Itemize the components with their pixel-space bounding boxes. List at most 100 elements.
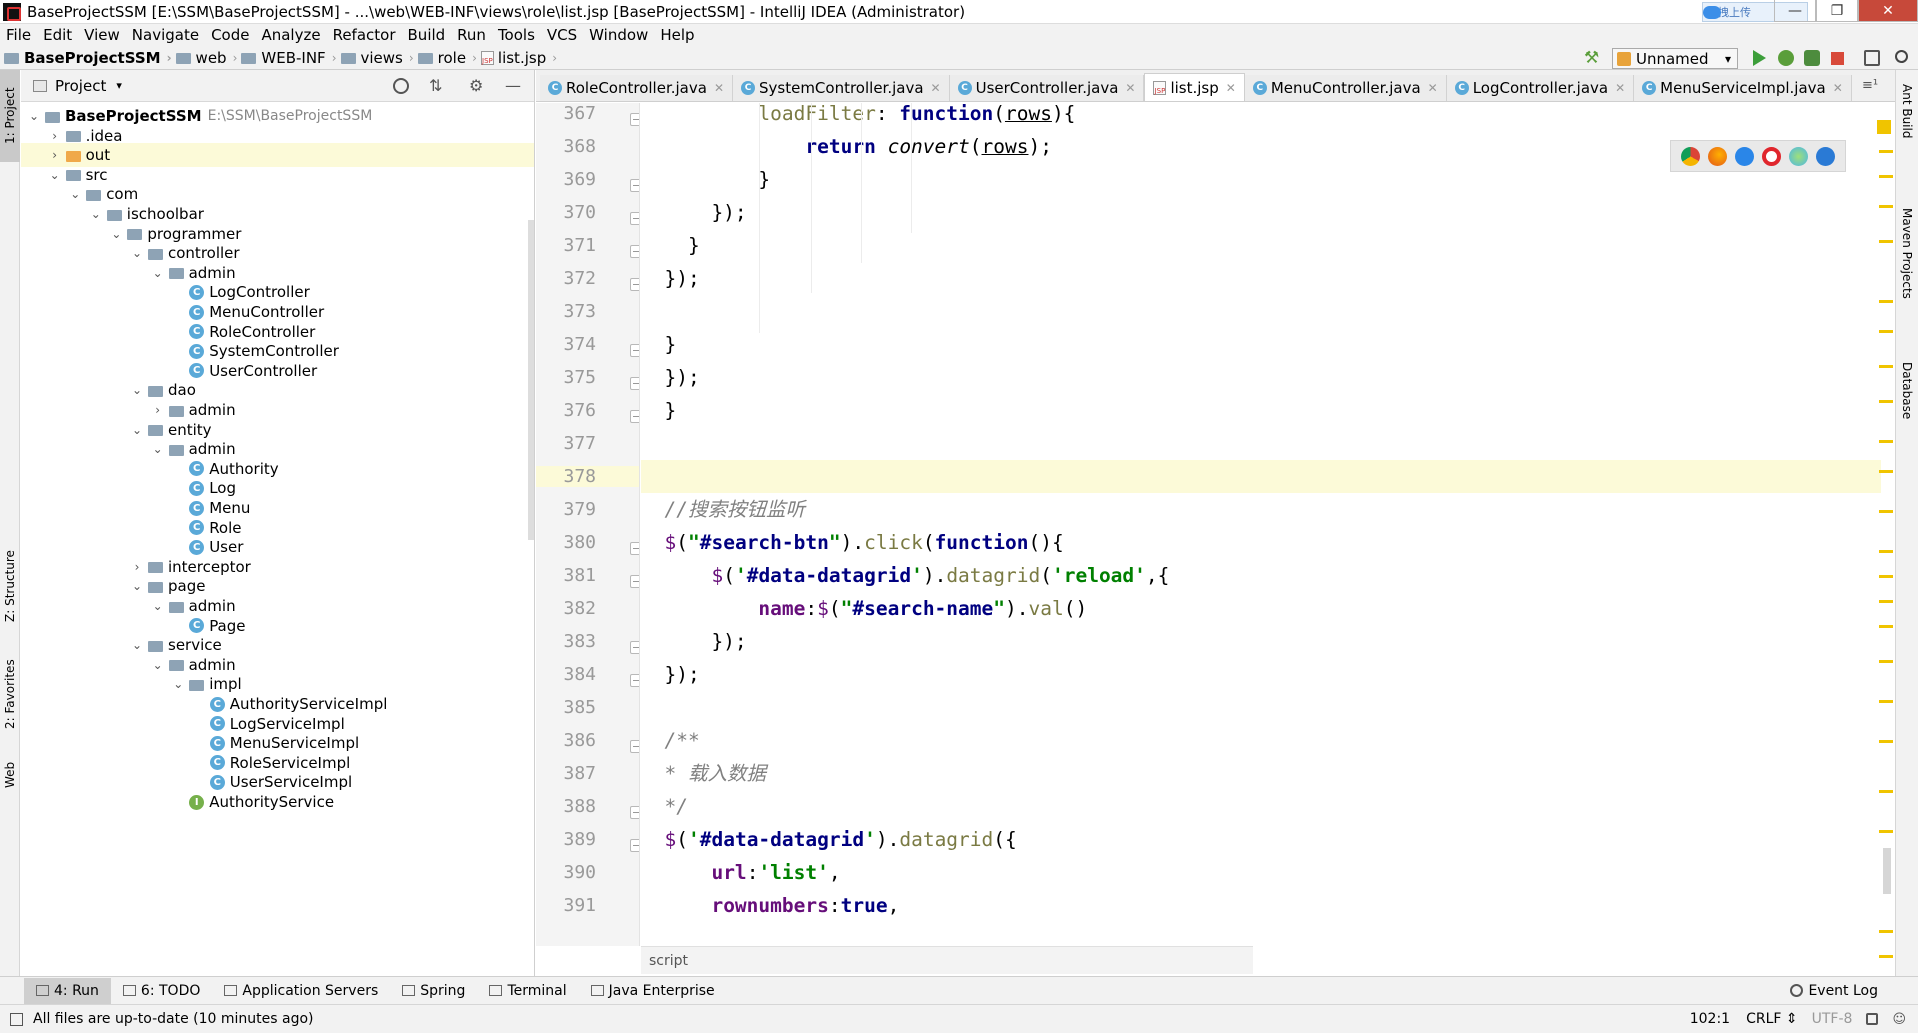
project-structure-icon[interactable] xyxy=(1864,50,1880,66)
warning-stripe-mark[interactable] xyxy=(1879,625,1893,628)
editor-tab[interactable]: C MenuServiceImpl.java ✕ xyxy=(1634,75,1852,101)
tree-scrollbar[interactable] xyxy=(528,220,534,540)
warning-stripe-mark[interactable] xyxy=(1879,510,1893,513)
menu-item-refactor[interactable]: Refactor xyxy=(327,26,402,44)
fold-marker-icon[interactable] xyxy=(630,113,639,126)
close-tab-icon[interactable]: ✕ xyxy=(1428,81,1438,95)
breadcrumb-item[interactable]: role › xyxy=(417,49,477,67)
fold-marker-icon[interactable] xyxy=(630,410,639,423)
editor-scrollbar[interactable] xyxy=(1883,848,1891,894)
opera-icon[interactable] xyxy=(1762,146,1781,166)
fold-marker-icon[interactable] xyxy=(630,212,639,225)
minimize-icon[interactable]: — xyxy=(1774,0,1816,22)
safari-icon[interactable] xyxy=(1735,146,1754,166)
chevron-down-icon[interactable]: ⌄ xyxy=(91,207,101,221)
menu-item-analyze[interactable]: Analyze xyxy=(255,26,326,44)
tool-window-tab[interactable]: 4: Run xyxy=(24,977,111,1004)
code-breadcrumb[interactable]: script xyxy=(641,946,1253,974)
project-tool-tab[interactable]: 1: Project xyxy=(0,70,20,162)
debug-icon[interactable] xyxy=(1778,50,1794,66)
fold-marker-icon[interactable] xyxy=(630,542,639,555)
maximize-icon[interactable]: ❐ xyxy=(1816,0,1858,22)
menu-item-edit[interactable]: Edit xyxy=(37,26,78,44)
run-icon[interactable] xyxy=(1753,50,1766,66)
structure-tool-tab[interactable]: Z: Structure xyxy=(0,540,20,632)
status-toggle-icon[interactable] xyxy=(10,1012,23,1026)
chevron-down-icon[interactable]: ⌄ xyxy=(29,109,39,123)
inspector-icon[interactable]: ☺ xyxy=(1892,1012,1906,1027)
fold-marker-icon[interactable] xyxy=(630,806,639,819)
editor-tab[interactable]: C LogController.java ✕ xyxy=(1446,75,1635,101)
project-panel-title[interactable]: Project xyxy=(55,77,106,95)
warning-stripe-mark[interactable] xyxy=(1879,550,1893,553)
lock-icon[interactable] xyxy=(1866,1013,1879,1025)
stop-icon[interactable] xyxy=(1831,52,1844,65)
close-tab-icon[interactable]: ✕ xyxy=(1615,81,1625,95)
warning-stripe-mark[interactable] xyxy=(1879,330,1893,333)
warning-stripe-mark[interactable] xyxy=(1879,660,1893,663)
chevron-down-icon[interactable]: ⌄ xyxy=(132,246,142,260)
menu-item-build[interactable]: Build xyxy=(402,26,452,44)
hide-icon[interactable]: — xyxy=(505,76,521,95)
tool-window-tab[interactable]: Java Enterprise xyxy=(579,978,727,1004)
close-icon[interactable]: ✕ xyxy=(1858,0,1918,22)
database-tab[interactable]: Database xyxy=(1896,362,1918,462)
fold-marker-icon[interactable] xyxy=(630,179,639,192)
menu-item-run[interactable]: Run xyxy=(451,26,492,44)
warning-stripe-mark[interactable] xyxy=(1879,150,1893,153)
ie-icon[interactable] xyxy=(1789,146,1808,166)
editor-tab[interactable]: JSP list.jsp ✕ xyxy=(1144,73,1245,101)
breadcrumb-item[interactable]: BaseProjectSSM › xyxy=(4,49,172,67)
file-encoding[interactable]: UTF-8 xyxy=(1812,1011,1853,1027)
chevron-right-icon[interactable]: › xyxy=(50,129,60,143)
tool-window-tab[interactable]: 6: TODO xyxy=(111,978,212,1004)
ant-build-tab[interactable]: Ant Build xyxy=(1896,84,1918,194)
editor-tab[interactable]: C UserController.java ✕ xyxy=(949,75,1145,101)
warning-stripe-mark[interactable] xyxy=(1879,830,1893,833)
search-icon[interactable] xyxy=(1895,50,1908,63)
chevron-down-icon[interactable]: ▾ xyxy=(116,79,122,92)
editor-tab[interactable]: C SystemController.java ✕ xyxy=(733,75,950,101)
chevron-down-icon[interactable]: ⌄ xyxy=(153,599,163,613)
chevron-down-icon[interactable]: ⌄ xyxy=(153,658,163,672)
close-tab-icon[interactable]: ✕ xyxy=(1125,81,1135,95)
menu-item-code[interactable]: Code xyxy=(205,26,255,44)
chevron-down-icon[interactable]: ⌄ xyxy=(70,187,80,201)
favorites-tool-tab[interactable]: 2: Favorites xyxy=(0,648,20,740)
build-hammer-icon[interactable]: ⚒ xyxy=(1584,48,1600,68)
line-separator[interactable]: CRLF ⇕ xyxy=(1746,1011,1798,1027)
fold-marker-icon[interactable] xyxy=(630,641,639,654)
warning-stripe-mark[interactable] xyxy=(1879,365,1893,368)
chevron-down-icon[interactable]: ⌄ xyxy=(132,579,142,593)
chevron-down-icon[interactable]: ⌄ xyxy=(153,442,163,456)
collapse-all-icon[interactable]: ⇅ xyxy=(429,76,442,95)
web-tool-tab[interactable]: Web xyxy=(0,750,20,800)
chevron-down-icon[interactable]: ⌄ xyxy=(111,227,121,241)
chevron-down-icon[interactable]: ⌄ xyxy=(132,383,142,397)
close-tab-icon[interactable]: ✕ xyxy=(714,81,724,95)
chevron-down-icon[interactable]: ⌄ xyxy=(50,168,60,182)
coverage-icon[interactable] xyxy=(1804,50,1820,66)
maven-projects-tab[interactable]: Maven Projects xyxy=(1896,208,1918,348)
code-editor[interactable]: loadFilter: function(rows){ return conve… xyxy=(641,103,1881,946)
fold-marker-icon[interactable] xyxy=(630,740,639,753)
chevron-down-icon[interactable]: ⌄ xyxy=(132,638,142,652)
breadcrumb-item[interactable]: JSP list.jsp › xyxy=(480,49,557,67)
warning-stripe-mark[interactable] xyxy=(1879,575,1893,578)
chevron-down-icon[interactable]: ⌄ xyxy=(132,423,142,437)
fold-marker-icon[interactable] xyxy=(630,245,639,258)
warning-stripe-mark[interactable] xyxy=(1879,790,1893,793)
chevron-down-icon[interactable]: ⌄ xyxy=(153,266,163,280)
menu-item-navigate[interactable]: Navigate xyxy=(126,26,205,44)
menu-item-view[interactable]: View xyxy=(78,26,126,44)
warning-stripe-mark[interactable] xyxy=(1879,205,1893,208)
warning-stripe-mark[interactable] xyxy=(1879,600,1893,603)
menu-item-window[interactable]: Window xyxy=(583,26,654,44)
firefox-icon[interactable] xyxy=(1708,146,1727,166)
fold-marker-icon[interactable] xyxy=(630,575,639,588)
warning-stripe-mark[interactable] xyxy=(1879,740,1893,743)
menu-item-vcs[interactable]: VCS xyxy=(541,26,583,44)
menu-item-file[interactable]: File xyxy=(0,26,37,44)
chevron-right-icon[interactable]: › xyxy=(132,560,142,574)
fold-marker-icon[interactable] xyxy=(630,377,639,390)
